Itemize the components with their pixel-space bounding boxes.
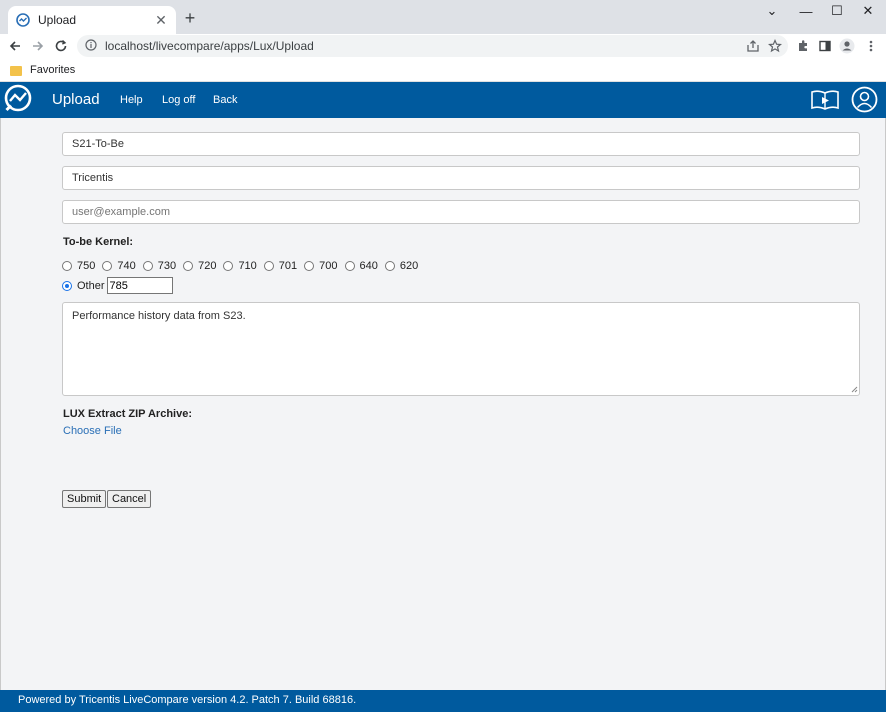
kernel-option-640[interactable]: 640	[344, 260, 378, 272]
app-header: Upload Help Log off Back	[0, 82, 886, 118]
browser-tabstrip: Upload ✕ + ⌄ — ☐ ✕	[0, 0, 886, 34]
user-account-icon[interactable]	[851, 86, 878, 113]
kernel-option-730[interactable]: 730	[142, 260, 176, 272]
livecompare-favicon-icon	[16, 13, 30, 27]
book-video-icon[interactable]	[810, 86, 840, 114]
browser-tab[interactable]: Upload ✕	[8, 6, 176, 34]
more-menu-icon[interactable]	[862, 37, 880, 55]
star-icon[interactable]	[766, 37, 784, 55]
kernel-option-701[interactable]: 701	[263, 260, 297, 272]
minimize-button[interactable]: —	[791, 0, 821, 22]
extensions-icon[interactable]	[794, 37, 812, 55]
submit-button[interactable]: Submit	[62, 490, 107, 508]
bookmark-favorites[interactable]: Favorites	[30, 64, 75, 76]
description-textarea[interactable]: Performance history data from S23.	[62, 302, 860, 396]
kernel-label: To-be Kernel:	[63, 236, 134, 248]
nav-logoff-link[interactable]: Log off	[162, 94, 195, 106]
kernel-option-620[interactable]: 620	[384, 260, 418, 272]
other-label: Other	[77, 279, 105, 292]
zip-archive-label: LUX Extract ZIP Archive:	[63, 408, 192, 420]
kernel-option-720[interactable]: 720	[183, 260, 216, 272]
info-icon[interactable]	[85, 38, 97, 54]
share-icon[interactable]	[744, 37, 762, 55]
livecompare-logo-icon[interactable]	[3, 84, 33, 114]
other-kernel-input[interactable]	[106, 277, 173, 294]
nav-help-link[interactable]: Help	[120, 94, 143, 106]
tab-title: Upload	[38, 13, 77, 27]
kernel-option-700[interactable]: 700	[304, 260, 338, 272]
address-bar[interactable]: localhost/livecompare/apps/Lux/Upload	[77, 35, 788, 57]
window-close-button[interactable]: ✕	[853, 0, 883, 22]
footer-bar: Powered by Tricentis LiveCompare version…	[0, 690, 886, 712]
resize-grip-icon[interactable]	[851, 386, 858, 393]
choose-file-button[interactable]: Choose File	[63, 425, 122, 437]
company-field[interactable]	[62, 166, 860, 190]
name-field[interactable]	[62, 132, 860, 156]
profile-icon[interactable]	[838, 37, 856, 55]
bookmarks-bar: Favorites	[0, 58, 886, 82]
kernel-option-750[interactable]: 750	[62, 260, 95, 272]
page-title: Upload	[52, 91, 100, 108]
back-arrow-icon[interactable]	[6, 37, 24, 55]
forward-arrow-icon[interactable]	[29, 37, 47, 55]
url-text: localhost/livecompare/apps/Lux/Upload	[105, 39, 314, 53]
upload-form-area: To-be Kernel: 750 740 730 720 710 701 70…	[0, 118, 886, 690]
close-icon[interactable]: ✕	[154, 12, 168, 28]
footer-text: Powered by Tricentis LiveCompare version…	[18, 694, 357, 706]
kernel-option-other[interactable]	[62, 280, 72, 291]
kernel-option-710[interactable]: 710	[223, 260, 257, 272]
email-field[interactable]	[62, 200, 860, 224]
side-panel-icon[interactable]	[816, 37, 834, 55]
maximize-button[interactable]: ☐	[822, 0, 852, 22]
browser-toolbar: localhost/livecompare/apps/Lux/Upload	[0, 34, 886, 58]
new-tab-button[interactable]: +	[181, 9, 199, 27]
kernel-other-row: Other	[62, 277, 173, 294]
kernel-option-740[interactable]: 740	[102, 260, 136, 272]
reload-icon[interactable]	[52, 37, 70, 55]
chevron-down-icon[interactable]: ⌄	[757, 0, 787, 22]
kernel-radio-group: 750 740 730 720 710 701 700 640 620	[62, 260, 425, 272]
cancel-button[interactable]: Cancel	[107, 490, 152, 508]
nav-back-link[interactable]: Back	[213, 94, 237, 106]
folder-icon	[10, 65, 22, 76]
